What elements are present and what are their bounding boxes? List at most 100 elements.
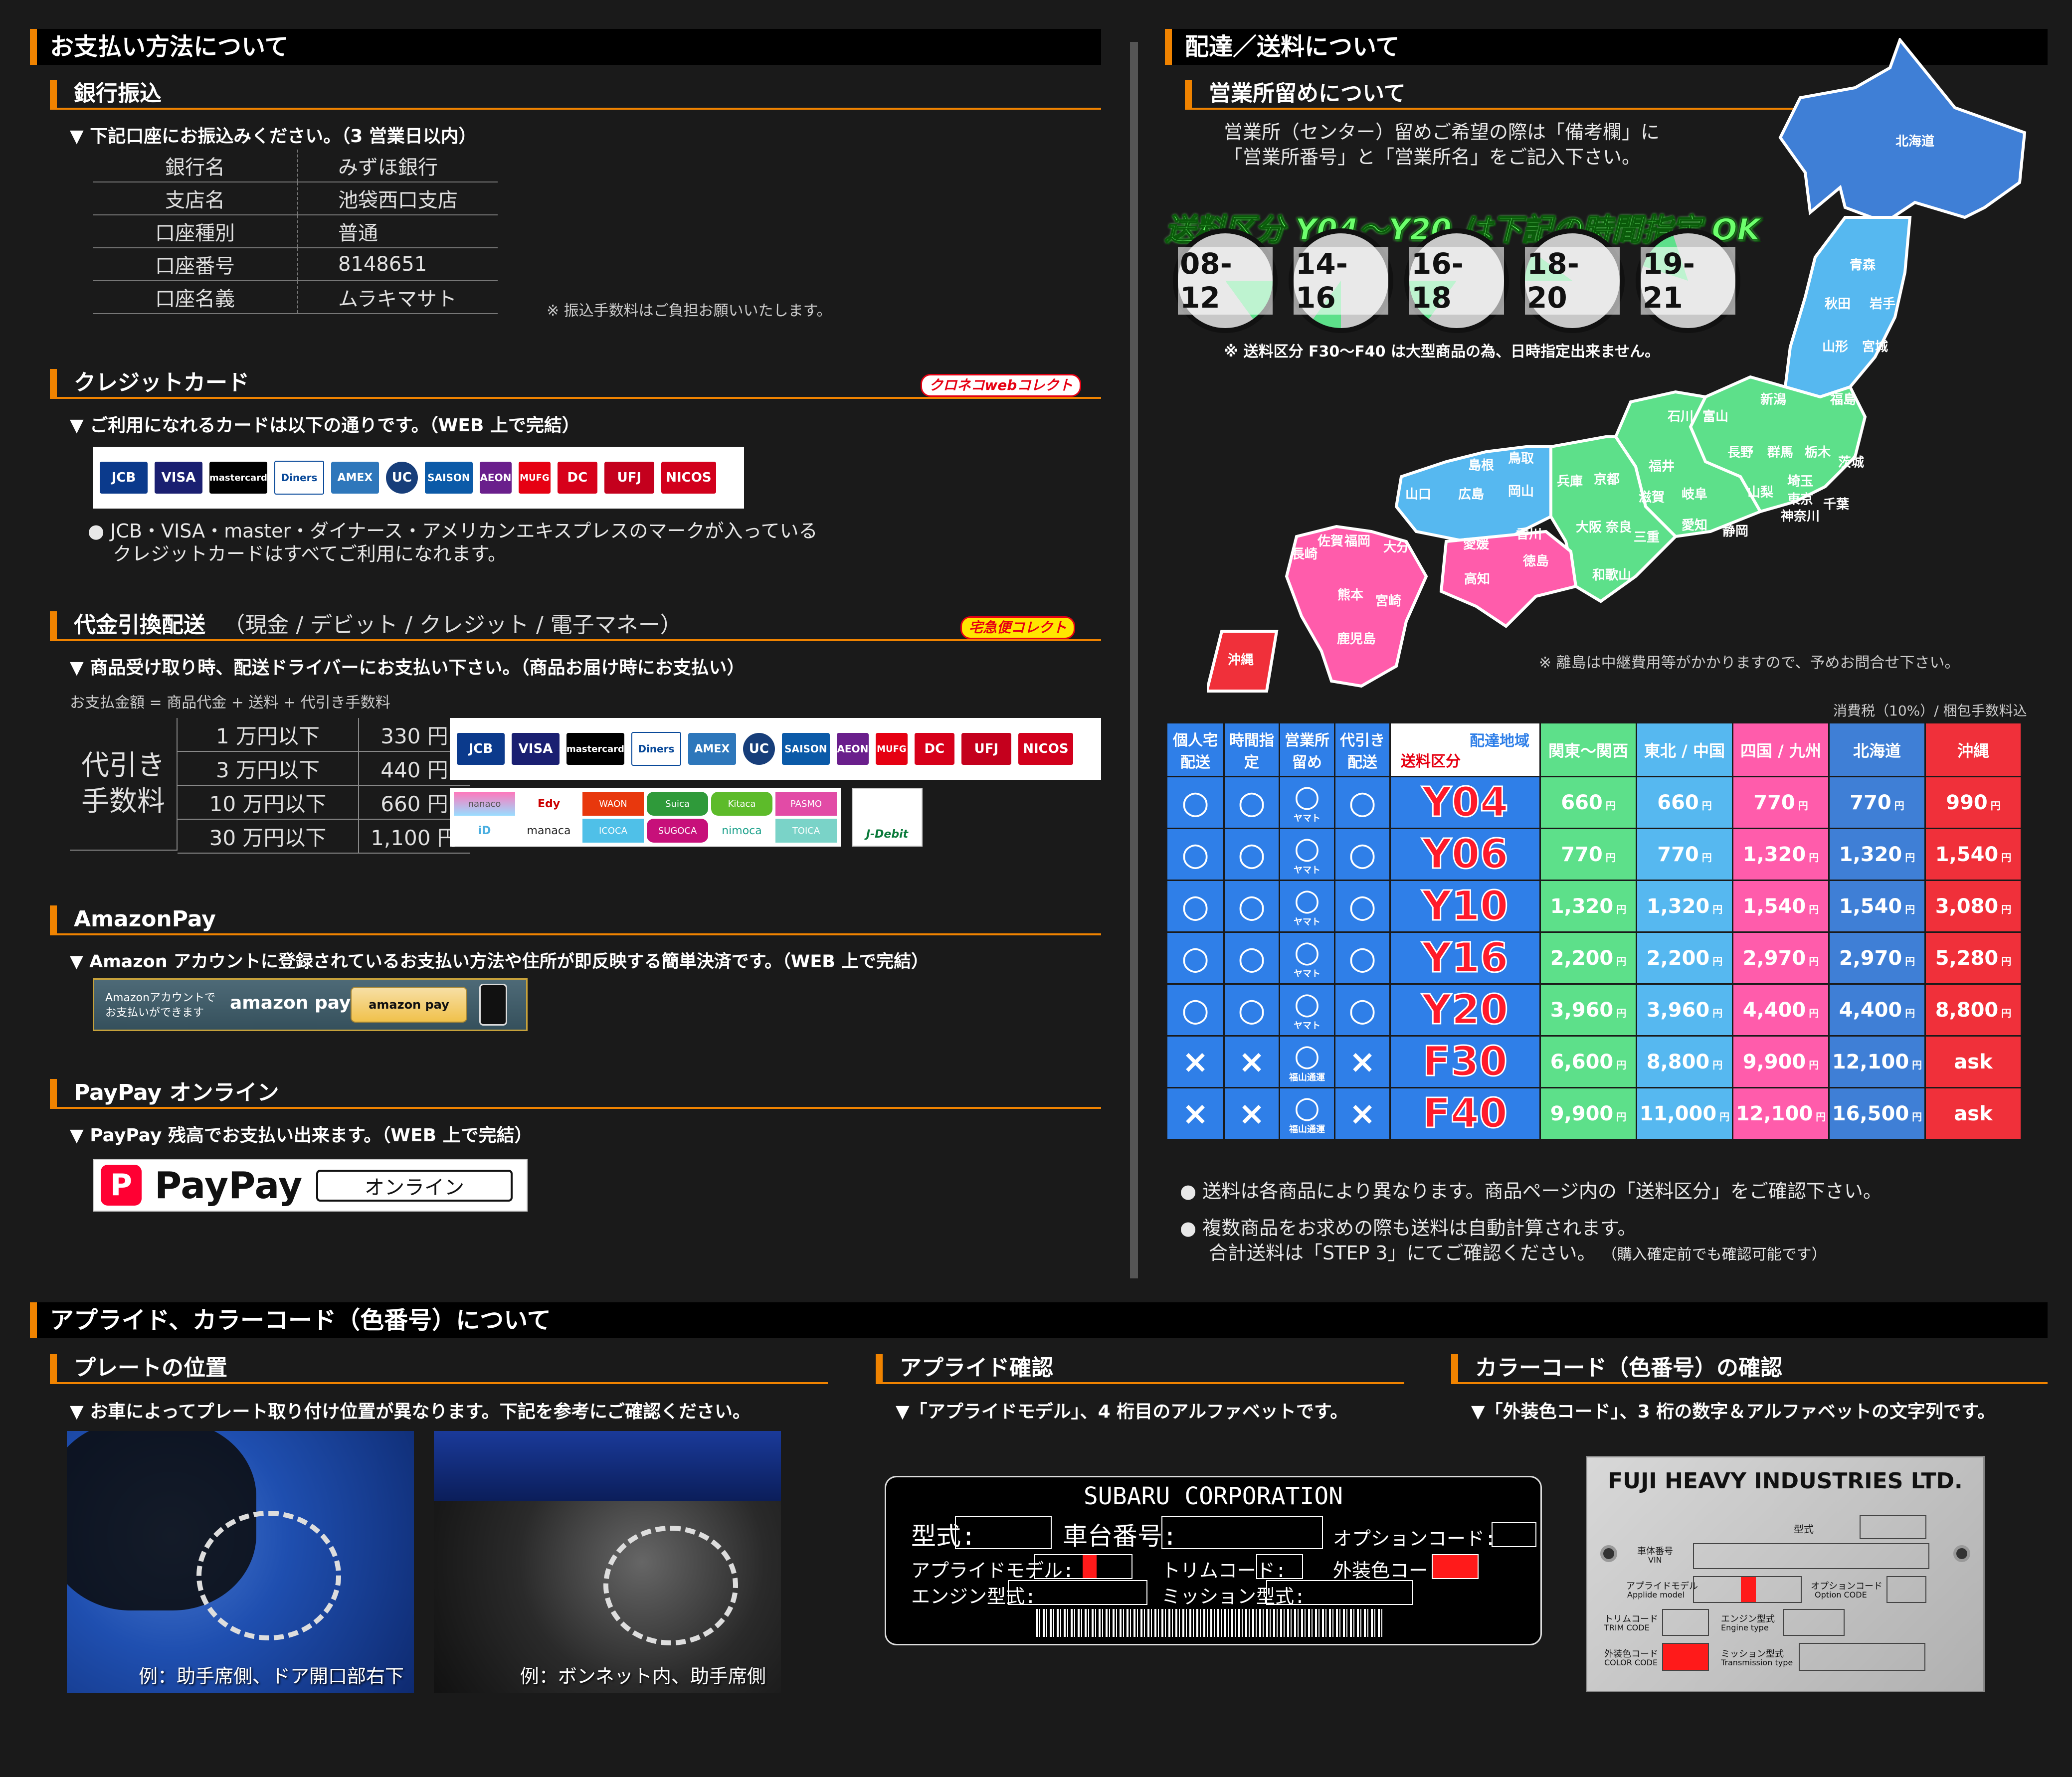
- map-label-wakayama: 和歌山: [1592, 568, 1631, 583]
- map-label-hokkaido: 北海道: [1895, 134, 1934, 149]
- price-value: ask: [1954, 1050, 1993, 1073]
- barcode: [1036, 1609, 1385, 1637]
- map-label-saga: 佐賀: [1317, 534, 1343, 549]
- time-slot-0812: 08-12: [1173, 228, 1278, 333]
- cell-price: 1,320 円: [1539, 880, 1637, 933]
- bank-row: 口座名義 ムラキマサト: [93, 281, 498, 314]
- bank-note: ▼ 下記口座にお振込みください。（3 営業日以内）: [70, 126, 477, 147]
- price-value: 1,320: [1646, 894, 1710, 918]
- map-label-chiba: 千葉: [1823, 497, 1850, 512]
- yen-unit: 円: [2001, 851, 2012, 864]
- map-label-niigata: 新潟: [1760, 392, 1786, 407]
- amazonpay-banner-line1: Amazonアカウントで: [105, 992, 215, 1004]
- shipping-row: × × ○ 福山通運 × F30 6,600 円 8,800 円 9,900 円 12,100 円 ask: [1166, 1035, 2022, 1088]
- shipping-row: ○ ○ ○ ヤマト ○ Y20 3,960 円 3,960 円 4,400 円 4,400 円 8,800 円: [1166, 983, 2022, 1037]
- price-value: 12,100: [1832, 1050, 1909, 1073]
- map-label-aomori: 青森: [1850, 258, 1876, 273]
- office-carrier: ヤマト: [1294, 1020, 1320, 1031]
- sugoca-logo: SUGOCA: [647, 819, 708, 843]
- price-value: 8,800: [1646, 1050, 1710, 1073]
- map-label-kumamoto: 熊本: [1337, 587, 1363, 603]
- visa-logo: VISA: [512, 733, 560, 765]
- cell-class-code: Y10: [1389, 880, 1541, 933]
- price-value: 770: [1657, 843, 1699, 866]
- price-value: 12,100: [1735, 1102, 1813, 1125]
- credit-card-logos: JCB VISA mastercard Diners AMEX UC SAISO…: [93, 447, 744, 509]
- office-carrier: ヤマト: [1294, 968, 1320, 979]
- yen-unit: 円: [1912, 1059, 1922, 1071]
- jcb-logo: JCB: [457, 733, 505, 765]
- shipping-bullet-3-main: 合計送料は「STEP 3」にてご確認ください。: [1209, 1242, 1596, 1264]
- yen-unit: 円: [1816, 1110, 1826, 1123]
- cell-price: 1,320 円: [1828, 828, 1926, 881]
- price-value: 1,540: [1839, 894, 1902, 918]
- kuroneko-web-collect-badge: クロネコwebコレクト: [921, 374, 1082, 397]
- bank-row: 銀行名 みずほ銀行: [93, 150, 498, 182]
- ufj-logo: UFJ: [961, 733, 1011, 765]
- map-label-okinawa: 沖縄: [1228, 653, 1254, 668]
- diners-logo: Diners: [631, 732, 681, 766]
- yen-unit: 円: [2001, 1007, 2012, 1019]
- amazonpay-button[interactable]: amazon pay: [351, 987, 467, 1023]
- price-value: 2,970: [1742, 946, 1806, 970]
- office-mark: ○: [1294, 882, 1320, 917]
- bank-table: 銀行名 みずほ銀行 支店名 池袋西口支店 口座種別 普通 口座番号 8148651 口座…: [93, 150, 498, 314]
- nimoca-logo: nimoca: [722, 824, 762, 837]
- plate-boxes-engine: [1008, 1580, 1147, 1605]
- yen-unit: 円: [1712, 1059, 1723, 1071]
- price-value: 660: [1657, 791, 1699, 814]
- fuji-label-applied-en: Applide model: [1627, 1590, 1685, 1599]
- yen-unit: 円: [1809, 955, 1819, 967]
- cell-price: 1,320 円: [1636, 880, 1733, 933]
- head-cod: 代引き配送: [1334, 722, 1391, 777]
- price-value: 3,080: [1935, 894, 1999, 918]
- map-label-okayama: 岡山: [1508, 484, 1534, 499]
- amex-logo: AMEX: [331, 462, 379, 494]
- cell-office: ○ ヤマト: [1279, 931, 1335, 985]
- bank-value: 普通: [298, 215, 498, 248]
- color-check-title: カラーコード（色番号）の確認: [1451, 1354, 2048, 1384]
- dc-logo: DC: [557, 462, 597, 494]
- cod-fee-label-2: 手数料: [81, 785, 165, 818]
- head-class: 送料区分: [1401, 753, 1461, 770]
- time-slot-label: 18-20: [1525, 247, 1620, 315]
- head-office-pickup: 営業所留め: [1279, 722, 1335, 777]
- cell-price: 770 円: [1828, 776, 1926, 829]
- paypay-banner[interactable]: P PayPay オンライン: [93, 1159, 528, 1212]
- map-label-tochigi: 栃木: [1805, 445, 1831, 460]
- fuji-label-trim-en: TRIM CODE: [1604, 1623, 1650, 1632]
- head-region-shikoku: 四国 / 九州: [1732, 722, 1830, 777]
- cell-home: ○: [1166, 828, 1225, 881]
- visa-logo: VISA: [155, 462, 202, 494]
- yen-unit: 円: [1809, 851, 1819, 864]
- yen-unit: 円: [2001, 955, 2012, 967]
- cell-time: ○: [1223, 880, 1280, 933]
- price-value: 3,960: [1550, 998, 1614, 1022]
- shipping-row: × × ○ 福山通運 × F40 9,900 円 11,000 円 12,100 円 16,500 円 as…: [1166, 1087, 2022, 1140]
- bank-row: 支店名 池袋西口支店: [93, 182, 498, 215]
- shipping-bullet-3-small: （購入確定前でも確認可能です）: [1602, 1246, 1827, 1263]
- paypay-online-label: オンライン: [316, 1170, 513, 1202]
- cell-time: ○: [1223, 931, 1280, 985]
- fuji-boxes-vin: [1693, 1543, 1929, 1569]
- jcb-logo: JCB: [100, 462, 148, 494]
- office-carrier: 福山通運: [1289, 1124, 1325, 1135]
- cell-price: 12,100 円: [1828, 1035, 1926, 1088]
- cell-price: ask: [1924, 1035, 2022, 1088]
- head-home-delivery: 個人宅配送: [1166, 722, 1225, 777]
- fuji-boxes-trim: [1662, 1609, 1709, 1636]
- price-value: 990: [1946, 791, 1988, 814]
- fuji-label-color-en: COLOR CODE: [1604, 1658, 1658, 1667]
- price-value: 4,400: [1742, 998, 1806, 1022]
- nanaco-logo: nanaco: [454, 792, 515, 816]
- cod-title: 代金引換配送 （現金 / デビット / クレジット / 電子マネー）: [50, 611, 1101, 641]
- map-label-hiroshima: 広島: [1458, 487, 1484, 502]
- amazonpay-banner[interactable]: Amazonアカウントで お支払いができます amazon pay amazon…: [93, 978, 528, 1031]
- plate-label-option: オプションコード:: [1333, 1528, 1496, 1550]
- yen-unit: 円: [1712, 955, 1723, 967]
- amazonpay-title: AmazonPay: [50, 905, 1101, 935]
- diners-logo: Diners: [274, 461, 324, 495]
- map-shikoku: [1439, 530, 1578, 628]
- icoca-logo: ICOCA: [582, 819, 644, 843]
- tax-note: 消費税（10%）/ 梱包手数料込: [1833, 703, 2027, 719]
